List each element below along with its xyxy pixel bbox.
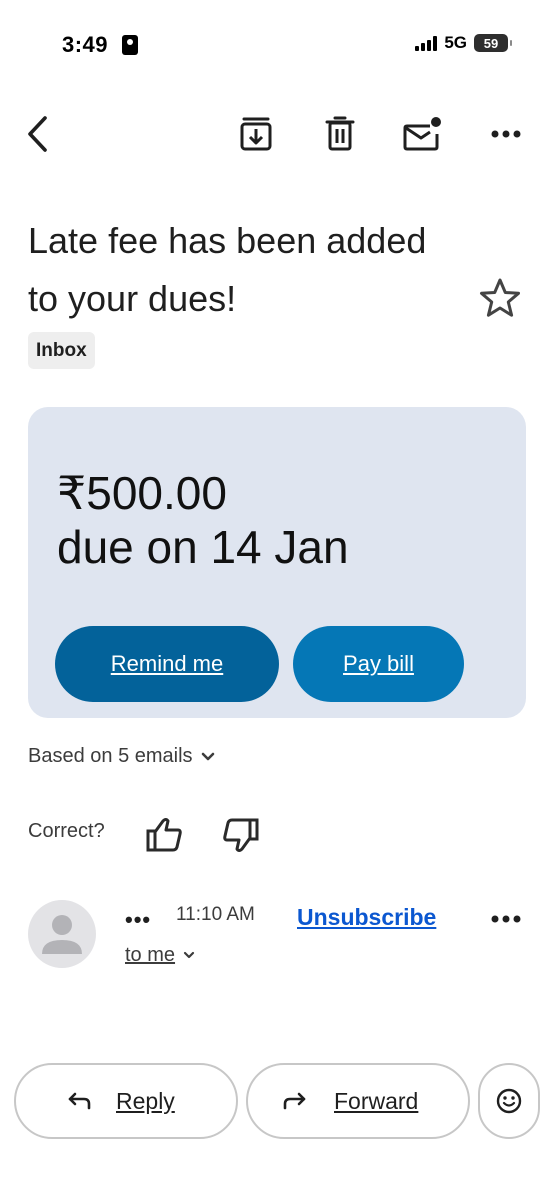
forward-button[interactable]: Forward	[246, 1063, 470, 1139]
battery-icon: 59	[474, 34, 512, 52]
reply-label: Reply	[116, 1087, 175, 1114]
status-time: 3:49	[62, 32, 109, 57]
react-emoji-button[interactable]	[478, 1063, 540, 1139]
remind-me-button[interactable]: Remind me	[55, 626, 279, 702]
star-button[interactable]	[478, 276, 522, 320]
star-icon	[480, 278, 520, 317]
archive-button[interactable]	[232, 108, 280, 160]
feedback-prompt: Correct?	[28, 820, 105, 842]
forward-label: Forward	[334, 1087, 419, 1114]
label-chip-inbox[interactable]: Inbox	[28, 332, 95, 369]
more-icon	[491, 130, 521, 138]
email-subject: Late fee has been added to your dues!	[28, 220, 427, 319]
focus-person-icon	[122, 35, 138, 55]
reply-button[interactable]: Reply	[14, 1063, 238, 1139]
recipient-details-toggle[interactable]: to me	[125, 944, 195, 967]
thumbs-up-button[interactable]	[145, 815, 185, 855]
more-icon	[491, 915, 521, 923]
person-icon	[42, 915, 82, 954]
back-arrow-icon	[28, 116, 47, 152]
based-on-emails-toggle[interactable]: Based on 5 emails	[28, 745, 215, 768]
message-time: 11:10 AM	[176, 904, 255, 925]
sender-avatar[interactable]	[28, 900, 96, 968]
bill-due-date: due on 14 Jan	[57, 521, 349, 573]
chevron-down-icon	[201, 752, 214, 760]
status-bar: 3:49 5G 59	[0, 0, 554, 90]
back-button[interactable]	[14, 108, 62, 160]
thumbs-down-icon	[223, 818, 259, 852]
delete-button[interactable]	[316, 108, 364, 160]
reply-icon	[68, 1092, 91, 1110]
signal-icon	[415, 35, 438, 51]
mark-unread-icon	[403, 117, 441, 151]
sender-name: •••	[125, 907, 152, 932]
mark-unread-button[interactable]	[398, 108, 446, 160]
status-indicators: 5G 59	[415, 33, 512, 53]
thumbs-up-icon	[146, 818, 182, 852]
email-toolbar	[0, 108, 554, 160]
chevron-down-icon	[183, 951, 195, 959]
bill-amount: ₹500.00	[57, 467, 227, 519]
bill-summary-card: ₹500.00 due on 14 Jan Remind me Pay bill	[28, 407, 526, 718]
thumbs-down-button[interactable]	[220, 815, 260, 855]
more-options-button[interactable]	[482, 108, 530, 160]
pay-bill-button[interactable]: Pay bill	[293, 626, 464, 702]
network-type: 5G	[444, 33, 467, 52]
based-on-text: Based on 5 emails	[28, 745, 193, 767]
unsubscribe-link[interactable]: Unsubscribe	[297, 904, 436, 931]
smiley-icon	[496, 1088, 522, 1114]
recipient-text: to me	[125, 944, 176, 966]
trash-icon	[325, 116, 355, 151]
message-more-button[interactable]	[486, 904, 526, 934]
forward-icon	[283, 1092, 306, 1110]
archive-icon	[240, 117, 272, 151]
